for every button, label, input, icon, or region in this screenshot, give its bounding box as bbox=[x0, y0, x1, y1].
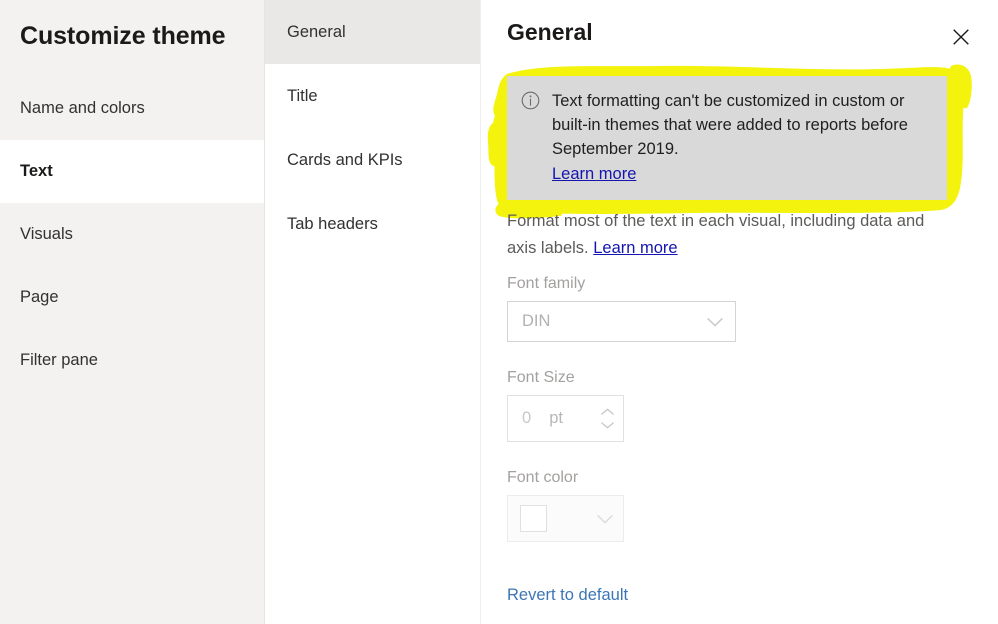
section-item-tab-headers[interactable]: Tab headers bbox=[265, 192, 480, 256]
section-item-cards-and-kpis[interactable]: Cards and KPIs bbox=[265, 128, 480, 192]
close-button[interactable] bbox=[946, 22, 976, 52]
font-color-label: Font color bbox=[507, 469, 579, 486]
close-icon bbox=[951, 27, 971, 47]
sidebar-item-label: Text bbox=[20, 162, 53, 180]
font-family-label: Font family bbox=[507, 275, 586, 292]
font-size-stepper[interactable]: 0 pt bbox=[507, 395, 624, 442]
font-color-swatch[interactable] bbox=[520, 505, 547, 532]
description-learn-more-link[interactable]: Learn more bbox=[593, 239, 677, 257]
chevron-down-icon bbox=[706, 316, 724, 328]
detail-description: Format most of the text in each visual, … bbox=[507, 208, 957, 262]
detail-header: General bbox=[481, 0, 998, 52]
font-size-unit: pt bbox=[549, 409, 563, 427]
sidebar-item-text[interactable]: Text bbox=[0, 140, 264, 203]
font-size-spin-arrows[interactable] bbox=[600, 408, 615, 429]
detail-description-text: Format most of the text in each visual, … bbox=[507, 212, 925, 257]
sidebar-nav-list: Name and colors Text Visuals Page Filter… bbox=[0, 77, 264, 392]
sidebar-item-visuals[interactable]: Visuals bbox=[0, 203, 264, 266]
sidebar: Customize theme Name and colors Text Vis… bbox=[0, 0, 264, 624]
text-format-fields: Font family DIN Font Size 0 pt Font colo… bbox=[507, 275, 927, 569]
section-item-label: Cards and KPIs bbox=[287, 150, 403, 169]
font-size-value: 0 bbox=[522, 409, 532, 427]
font-size-label: Font Size bbox=[507, 369, 575, 386]
info-message-text-wrap: Text formatting can't be customized in c… bbox=[552, 89, 933, 186]
section-item-label: General bbox=[287, 22, 346, 41]
info-message-text: Text formatting can't be customized in c… bbox=[552, 92, 908, 158]
section-item-title[interactable]: Title bbox=[265, 64, 480, 128]
chevron-up-icon[interactable] bbox=[600, 408, 615, 416]
info-message-bar: Text formatting can't be customized in c… bbox=[507, 76, 947, 200]
font-color-picker[interactable] bbox=[507, 495, 624, 542]
sidebar-item-name-and-colors[interactable]: Name and colors bbox=[0, 77, 264, 140]
section-list: General Title Cards and KPIs Tab headers bbox=[264, 0, 480, 624]
sidebar-item-page[interactable]: Page bbox=[0, 266, 264, 329]
font-family-select[interactable]: DIN bbox=[507, 301, 736, 342]
revert-to-default-link[interactable]: Revert to default bbox=[507, 586, 628, 605]
sidebar-item-label: Page bbox=[20, 288, 59, 306]
detail-title: General bbox=[507, 19, 593, 45]
font-color-group: Font color bbox=[507, 469, 927, 542]
sidebar-item-filter-pane[interactable]: Filter pane bbox=[0, 329, 264, 392]
font-family-value: DIN bbox=[522, 312, 551, 330]
chevron-down-icon[interactable] bbox=[596, 513, 614, 525]
section-item-label: Tab headers bbox=[287, 214, 378, 233]
sidebar-item-label: Name and colors bbox=[20, 99, 145, 117]
info-circle-icon bbox=[521, 91, 540, 110]
section-item-label: Title bbox=[287, 86, 318, 105]
chevron-down-icon[interactable] bbox=[600, 421, 615, 429]
info-learn-more-link[interactable]: Learn more bbox=[552, 162, 636, 186]
sidebar-item-label: Filter pane bbox=[20, 351, 98, 369]
detail-pane: General Text formatting can't be customi… bbox=[480, 0, 998, 624]
sidebar-item-label: Visuals bbox=[20, 225, 73, 243]
customize-theme-dialog: Customize theme Name and colors Text Vis… bbox=[0, 0, 998, 624]
page-title: Customize theme bbox=[20, 22, 226, 50]
section-item-general[interactable]: General bbox=[265, 0, 480, 64]
font-family-group: Font family DIN bbox=[507, 275, 927, 342]
font-size-group: Font Size 0 pt bbox=[507, 369, 927, 442]
